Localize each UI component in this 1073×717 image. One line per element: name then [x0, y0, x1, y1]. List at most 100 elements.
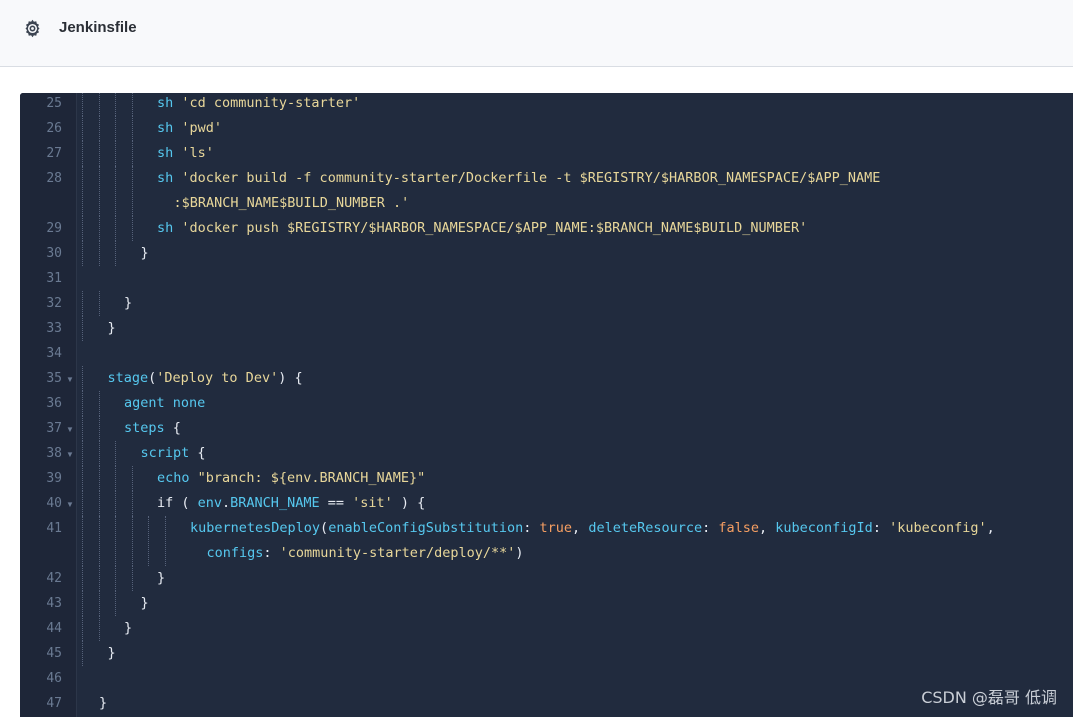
- code-line[interactable]: 30}: [20, 241, 1073, 266]
- indent-guide: [82, 591, 83, 616]
- code-token: }: [140, 595, 149, 611]
- code-token: enableConfigSubstitution: [328, 520, 524, 536]
- code-line[interactable]: 27 sh 'ls': [20, 141, 1073, 166]
- code-line[interactable]: 25 sh 'cd community-starter': [20, 93, 1073, 116]
- code-token: 'pwd': [181, 120, 223, 136]
- code-token: }: [107, 645, 116, 661]
- indent-guide: [82, 366, 83, 391]
- code-text: }: [108, 316, 116, 341]
- code-line[interactable]: 38 ▼ script {: [20, 441, 1073, 466]
- code-token: sh: [157, 220, 182, 236]
- code-token: 'Deploy to Dev': [156, 370, 279, 386]
- indent-guide: [82, 93, 83, 116]
- code-line[interactable]: 26 sh 'pwd': [20, 116, 1073, 141]
- code-token: (: [320, 520, 329, 536]
- indent-guide: [98, 516, 100, 566]
- indent-guide: [98, 491, 100, 516]
- code-token: ==: [319, 495, 353, 511]
- line-number: 27: [46, 146, 62, 161]
- code-line[interactable]: 40 ▼ if ( env.BRANCH_NAME == 'sit' ) {: [20, 491, 1073, 516]
- code-line[interactable]: 29 sh 'docker push $REGISTRY/$HARBOR_NAME…: [20, 216, 1073, 241]
- code-line[interactable]: 33}: [20, 316, 1073, 341]
- code-line[interactable]: 35 ▼ stage('Deploy to Dev') {: [20, 366, 1073, 391]
- watermark: CSDN @磊哥 低调: [921, 688, 1057, 707]
- code-token: "branch: ${env.BRANCH_NAME}": [197, 470, 426, 486]
- code-text: if ( env.BRANCH_NAME == 'sit' ) {: [157, 491, 425, 516]
- code-line[interactable]: 32}: [20, 291, 1073, 316]
- code-token: script: [140, 445, 190, 461]
- code-line[interactable]: 34: [20, 341, 1073, 366]
- indent-guide: [82, 466, 83, 491]
- code-line[interactable]: 46: [20, 666, 1073, 691]
- code-line[interactable]: 41 kubernetesDeploy(enableConfigSubstitut…: [20, 516, 1073, 566]
- indent-guide: [82, 416, 83, 441]
- code-token: }: [124, 620, 133, 636]
- code-text: steps {: [124, 416, 181, 441]
- code-token: 'docker push $REGISTRY/$HARBOR_NAMESPACE…: [181, 220, 808, 236]
- indent-guide: [82, 491, 83, 516]
- code-text: kubernetesDeploy(enableConfigSubstitutio…: [190, 516, 995, 541]
- indent-guide: [98, 241, 100, 266]
- line-number: 40: [46, 496, 62, 511]
- indent-guide: [131, 116, 133, 141]
- file-title: Jenkinsfile: [59, 19, 137, 36]
- indent-guide: [98, 416, 100, 441]
- indent-guide: [115, 566, 116, 591]
- code-text: sh 'pwd': [157, 116, 222, 141]
- code-text: sh 'docker push $REGISTRY/$HARBOR_NAMESP…: [157, 216, 807, 241]
- code-line[interactable]: 42}: [20, 566, 1073, 591]
- line-number: 42: [46, 571, 62, 586]
- code-text: :$BRANCH_NAME$BUILD_NUMBER .': [174, 191, 410, 216]
- line-number: 31: [46, 271, 62, 286]
- code-token: }: [107, 320, 116, 336]
- indent-guide: [115, 166, 116, 216]
- fold-arrow-icon[interactable]: ▼: [66, 367, 74, 392]
- code-line[interactable]: 37 ▼ steps {: [20, 416, 1073, 441]
- gear-icon: [25, 19, 40, 38]
- code-line[interactable]: 31: [20, 266, 1073, 291]
- indent-guide: [82, 391, 83, 416]
- code-token: BRANCH_NAME: [230, 495, 320, 511]
- line-number: 33: [46, 321, 62, 336]
- indent-guide: [131, 141, 133, 166]
- code-token: sh: [157, 145, 182, 161]
- line-number: 26: [46, 121, 62, 136]
- code-token: ): [515, 545, 524, 561]
- indent-guide: [115, 491, 116, 516]
- code-token: steps: [124, 420, 165, 436]
- indent-guide: [98, 441, 100, 466]
- fold-arrow-icon[interactable]: ▼: [66, 442, 74, 467]
- code-text: sh 'cd community-starter': [157, 93, 360, 116]
- code-text: }: [157, 566, 165, 591]
- indent-guide: [115, 441, 116, 466]
- indent-guide: [98, 391, 100, 416]
- code-line[interactable]: 36 agent none: [20, 391, 1073, 416]
- indent-guide: [115, 116, 116, 141]
- code-line[interactable]: 47}: [20, 691, 1073, 716]
- code-token: ) {: [278, 370, 303, 386]
- code-editor[interactable]: 25 sh 'cd community-starter' 26 sh 'pwd' 27 s…: [20, 93, 1073, 717]
- fold-arrow-icon[interactable]: ▼: [66, 417, 74, 442]
- code-text: sh 'docker build -f community-starter/Do…: [157, 166, 880, 191]
- indent-guide: [82, 141, 83, 166]
- code-token: :: [263, 545, 280, 561]
- code-text: }: [108, 641, 116, 666]
- line-number: 44: [46, 621, 62, 636]
- indent-guide: [82, 291, 83, 316]
- indent-guide: [98, 616, 100, 641]
- code-text: agent none: [124, 391, 205, 416]
- line-number: 34: [46, 346, 62, 361]
- indent-guide: [82, 566, 83, 591]
- code-line[interactable]: 44}: [20, 616, 1073, 641]
- code-token: 'sit': [352, 495, 393, 511]
- indent-guide: [82, 166, 83, 216]
- code-line[interactable]: 43}: [20, 591, 1073, 616]
- line-number: 29: [46, 221, 62, 236]
- fold-arrow-icon[interactable]: ▼: [66, 492, 74, 517]
- code-line[interactable]: 45}: [20, 641, 1073, 666]
- code-token: ,: [986, 520, 995, 536]
- code-line[interactable]: 39 echo "branch: ${env.BRANCH_NAME}": [20, 466, 1073, 491]
- line-number: 39: [46, 471, 62, 486]
- code-token: {: [164, 420, 181, 436]
- code-line[interactable]: 28 sh 'docker build -f community-starter/…: [20, 166, 1073, 216]
